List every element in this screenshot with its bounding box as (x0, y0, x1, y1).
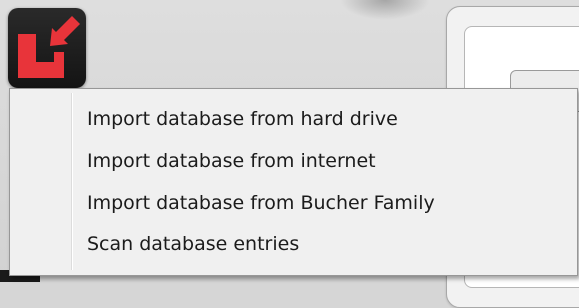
menu-item-label: Scan database entries (87, 233, 300, 255)
import-context-menu: Import database from hard drive Import d… (9, 88, 578, 276)
import-button[interactable] (8, 8, 86, 88)
import-arrow-icon (18, 16, 80, 78)
menu-item-import-hard-drive[interactable]: Import database from hard drive (14, 100, 571, 140)
menu-item-label: Import database from internet (87, 150, 376, 172)
menu-item-label: Import database from hard drive (87, 108, 398, 130)
menu-item-label: Import database from Bucher Family (87, 192, 435, 214)
menu-item-import-internet[interactable]: Import database from internet (14, 142, 571, 182)
menu-item-import-bucher-family[interactable]: Import database from Bucher Family (14, 184, 571, 224)
menu-item-scan-database-entries[interactable]: Scan database entries (14, 225, 571, 265)
